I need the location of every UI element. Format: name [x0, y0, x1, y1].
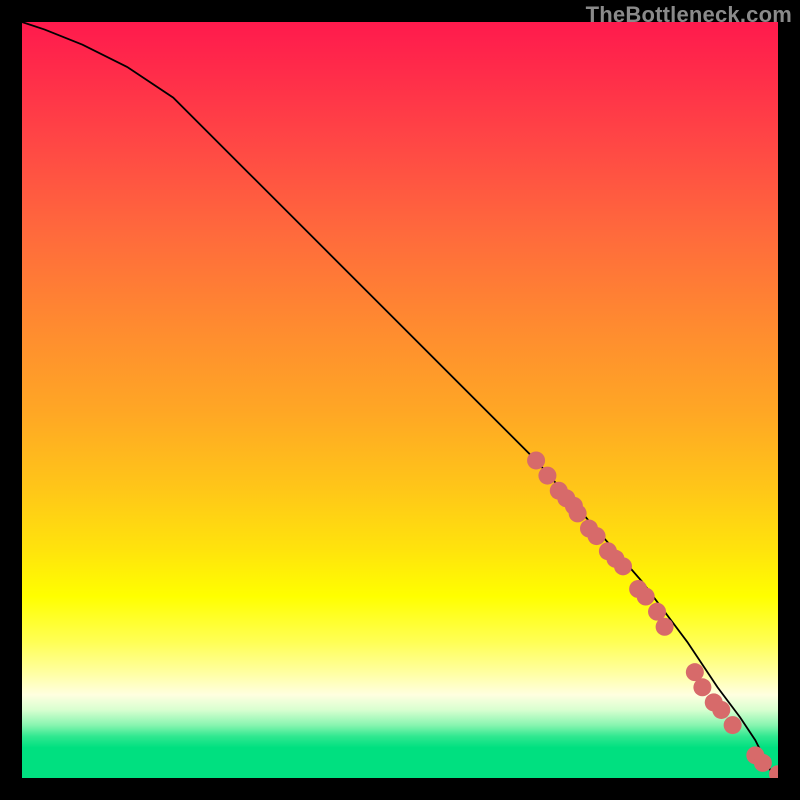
data-point: [724, 716, 742, 734]
data-point: [527, 451, 545, 469]
data-point: [538, 467, 556, 485]
data-point: [693, 678, 711, 696]
data-point: [656, 618, 674, 636]
data-point: [614, 557, 632, 575]
plot-area: [22, 22, 778, 778]
data-point: [569, 504, 587, 522]
curve-path: [22, 22, 778, 774]
data-point: [712, 701, 730, 719]
watermark-text: TheBottleneck.com: [586, 2, 792, 28]
curve-line: [22, 22, 778, 774]
data-point: [588, 527, 606, 545]
chart-svg: [22, 22, 778, 778]
data-point: [637, 588, 655, 606]
scatter-points: [527, 451, 778, 778]
data-point: [754, 754, 772, 772]
chart-frame: TheBottleneck.com: [0, 0, 800, 800]
